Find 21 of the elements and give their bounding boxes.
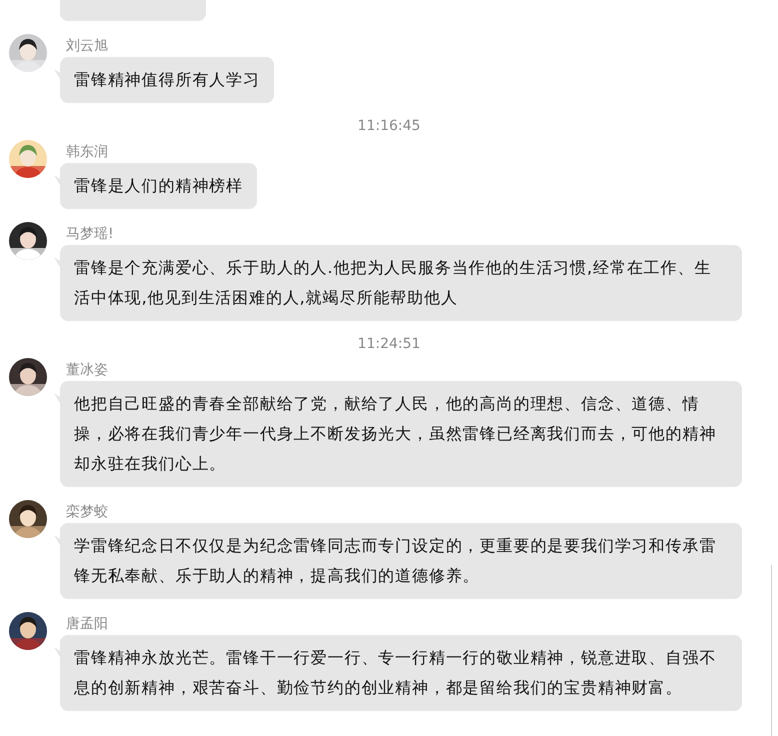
sender-name: 栾梦蛟 <box>66 503 109 522</box>
sender-name: 马梦瑶! <box>66 225 115 244</box>
scrollbar[interactable] <box>771 565 772 736</box>
bubble-tail <box>54 647 60 657</box>
sender-name: 刘云旭 <box>66 37 109 56</box>
bubble-tail <box>54 69 60 79</box>
bubble-tail <box>54 535 60 545</box>
bubble-tail <box>54 393 60 403</box>
timestamp: 11:24:51 <box>358 335 420 354</box>
bubble-tail <box>54 257 60 267</box>
message-bubble: 学雷锋纪念日不仅仅是为纪念雷锋同志而专门设定的，更重要的是要我们学习和传承雷锋无私奉献、乐于助人的精神，提高我们的道德修养。 <box>60 523 742 599</box>
sender-name: 唐孟阳 <box>66 615 109 634</box>
message-bubble: 他把自己旺盛的青春全部献给了党，献给了人民，他的高尚的理想、信念、道德、情操，必将在我们青少年一代身上不断发扬光大，虽然雷锋已经离我们而去，可他的精神却永驻在我们心上。 <box>60 381 742 487</box>
message-bubble: 雷锋是个充满爱心、乐于助人的人.他把为人民服务当作他的生活习惯,经常在工作、生活中体现,他见到生活困难的人,就竭尽所能帮助他人 <box>60 245 742 321</box>
message-bubble: 雷锋精神值得所有人学习 <box>60 57 274 103</box>
message-bubble: 雷锋是人们的精神榜样 <box>60 163 257 209</box>
sender-name: 董冰姿 <box>66 361 109 380</box>
sender-name: 韩东润 <box>66 143 109 162</box>
message-bubble: 雷锋精神永放光芒。雷锋干一行爱一行、专一行精一行的敬业精神，锐意进取、自强不息的创新精神，艰苦奋斗、勤俭节约的创业精神，都是留给我们的宝贵精神财富。 <box>60 635 742 711</box>
bubble-tail <box>54 175 60 185</box>
timestamp: 11:16:45 <box>358 117 420 136</box>
